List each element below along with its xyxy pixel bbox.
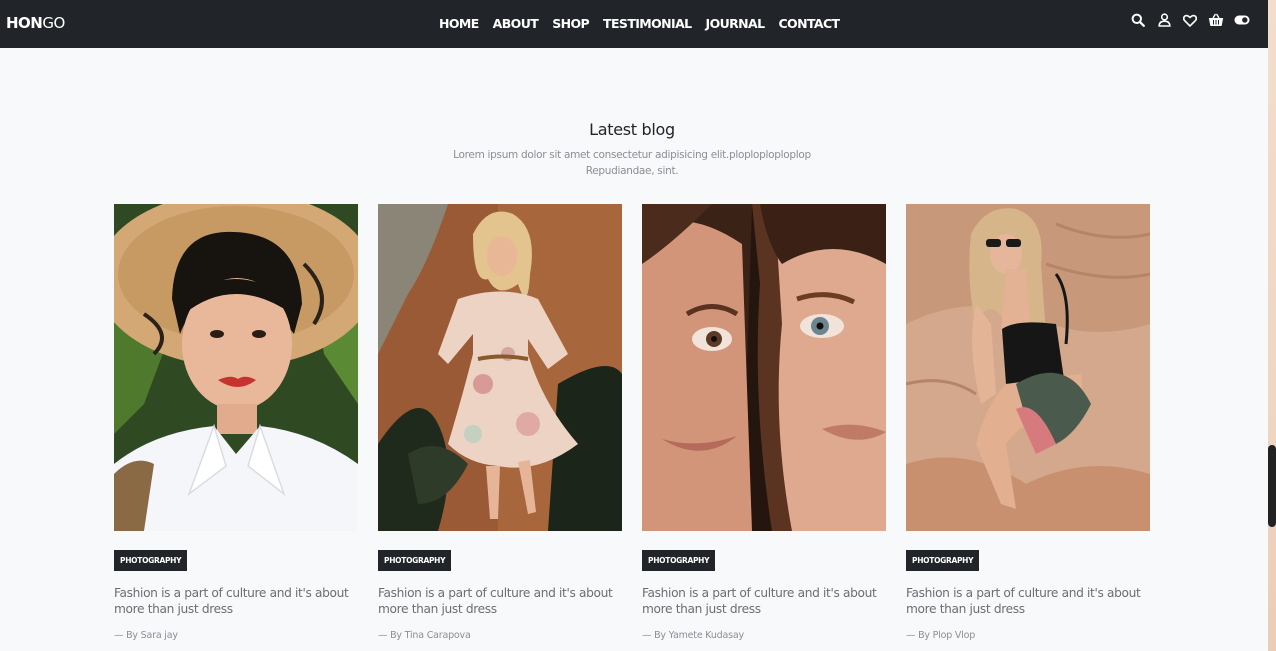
nav-icon-group	[1130, 12, 1250, 28]
blog-title-line1: Fashion is a part of culture and it's ab…	[114, 586, 349, 600]
blog-photo[interactable]	[114, 204, 358, 531]
blog-card: PHOTOGRAPHY Fashion is a part of culture…	[114, 204, 358, 641]
brand-logo[interactable]: HONGO	[6, 14, 65, 32]
blog-author: — By Sara jay	[114, 630, 178, 641]
category-tag[interactable]: PHOTOGRAPHY	[378, 550, 452, 571]
blog-title-line1: Fashion is a part of culture and it's ab…	[378, 586, 613, 600]
heart-icon[interactable]	[1182, 12, 1198, 28]
blog-title[interactable]: Fashion is a part of culture and it's ab…	[114, 585, 358, 617]
section-subtitle-line1: Lorem ipsum dolor sit amet consectetur a…	[453, 149, 811, 161]
nav-testimonial[interactable]: TESTIMONIAL	[603, 16, 692, 31]
nav-home[interactable]: HOME	[439, 16, 479, 31]
top-navbar: HONGO HOME ABOUT SHOP TESTIMONIAL JOURNA…	[0, 0, 1268, 48]
blog-title[interactable]: Fashion is a part of culture and it's ab…	[906, 585, 1150, 617]
nav-contact[interactable]: CONTACT	[778, 16, 840, 31]
section-subtitle: Lorem ipsum dolor sit amet consectetur a…	[0, 147, 1264, 179]
blog-photo[interactable]	[906, 204, 1150, 531]
nav-about[interactable]: ABOUT	[493, 16, 539, 31]
search-icon[interactable]	[1130, 12, 1146, 28]
blog-title[interactable]: Fashion is a part of culture and it's ab…	[642, 585, 886, 617]
blog-title-line1: Fashion is a part of culture and it's ab…	[906, 586, 1141, 600]
blog-photo[interactable]	[642, 204, 886, 531]
blog-title-line2: more than just dress	[378, 602, 497, 616]
blog-title-line1: Fashion is a part of culture and it's ab…	[642, 586, 877, 600]
blog-author: — By Tina Carapova	[378, 630, 471, 641]
scrollbar-thumb[interactable]	[1268, 445, 1276, 527]
category-tag[interactable]: PHOTOGRAPHY	[114, 550, 188, 571]
blog-section-header: Latest blog Lorem ipsum dolor sit amet c…	[0, 120, 1264, 179]
category-tag[interactable]: PHOTOGRAPHY	[642, 550, 716, 571]
blog-photo[interactable]	[378, 204, 622, 531]
blog-card: PHOTOGRAPHY Fashion is a part of culture…	[642, 204, 886, 641]
category-tag[interactable]: PHOTOGRAPHY	[906, 550, 980, 571]
brand-logo-bold: HON	[6, 14, 43, 32]
toggle-icon[interactable]	[1234, 12, 1250, 28]
nav-journal[interactable]: JOURNAL	[706, 16, 766, 31]
blog-title-line2: more than just dress	[114, 602, 233, 616]
blog-title-line2: more than just dress	[906, 602, 1025, 616]
user-icon[interactable]	[1156, 12, 1172, 28]
main-nav: HOME ABOUT SHOP TESTIMONIAL JOURNAL CONT…	[439, 16, 840, 31]
blog-title-line2: more than just dress	[642, 602, 761, 616]
blog-author: — By Yamete Kudasay	[642, 630, 744, 641]
section-subtitle-line2: Repudiandae, sint.	[585, 165, 679, 177]
blog-card: PHOTOGRAPHY Fashion is a part of culture…	[378, 204, 622, 641]
section-title: Latest blog	[589, 120, 675, 139]
nav-shop[interactable]: SHOP	[552, 16, 589, 31]
blog-card-list: PHOTOGRAPHY Fashion is a part of culture…	[114, 204, 1150, 641]
background-strip	[1268, 0, 1276, 651]
blog-card: PHOTOGRAPHY Fashion is a part of culture…	[906, 204, 1150, 641]
brand-logo-light: GO	[42, 14, 65, 32]
basket-icon[interactable]	[1208, 12, 1224, 28]
blog-title[interactable]: Fashion is a part of culture and it's ab…	[378, 585, 622, 617]
blog-author: — By Plop Vlop	[906, 630, 976, 641]
